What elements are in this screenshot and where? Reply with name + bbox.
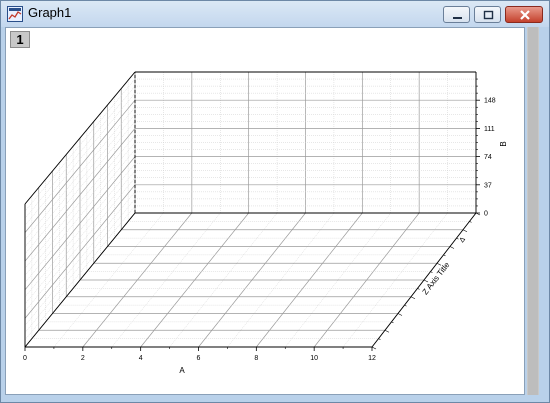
z-tick [443,254,446,257]
x-tick-label: 10 [310,355,318,362]
x-tick-label: 0 [23,355,27,362]
close-icon [520,10,530,20]
z-tick [430,271,433,273]
z-tick [449,246,455,249]
graph-window-icon [7,6,23,22]
y-tick-label: 111 [484,126,495,133]
window-title: Graph1 [28,5,72,20]
z-tick [391,321,394,324]
z-tick [384,329,390,333]
x-tick-label: 6 [197,355,201,362]
minimize-icon [453,17,462,19]
window-bottom-border [1,395,549,402]
y-axis-label: B [499,141,508,146]
y-tick-label: 0 [484,211,488,218]
x-tick-label: 8 [254,355,258,362]
maximize-button[interactable] [474,6,501,23]
close-button[interactable] [505,6,543,23]
plot-3d[interactable]: 0 2 4 6 8 10 12A03774111148BΔZ Axis Title [6,28,524,394]
z-tick [397,313,403,316]
x-axis-label: A [179,366,185,375]
scrollbar-thumb[interactable] [528,27,538,395]
z-tick [462,229,468,233]
graph-page[interactable]: 1 0 2 4 6 8 10 12 A 0 37 74 111 148 B Δ Z Axis Title [5,27,525,395]
z-tick [378,338,381,340]
x-tick-label: 12 [368,355,376,362]
y-tick-label: 74 [484,154,492,161]
graph-window: Graph1 1 0 2 4 6 8 10 12 A 0 37 74 111 148 B Δ Z Axis T… [0,0,550,403]
z-tick [417,288,420,290]
y-tick-label: 148 [484,98,496,105]
z-tick [410,296,416,300]
y-tick-label: 37 [484,182,492,189]
z-tick-label: Δ [459,236,468,244]
z-tick [469,221,472,223]
title-bar[interactable]: Graph1 [1,1,549,27]
vertical-scrollbar[interactable] [527,27,539,395]
minimize-button[interactable] [443,6,470,23]
x-tick-label: 4 [139,355,143,362]
z-tick [404,304,407,307]
x-tick-label: 2 [81,355,85,362]
maximize-icon [483,10,494,20]
z-tick [371,346,377,350]
